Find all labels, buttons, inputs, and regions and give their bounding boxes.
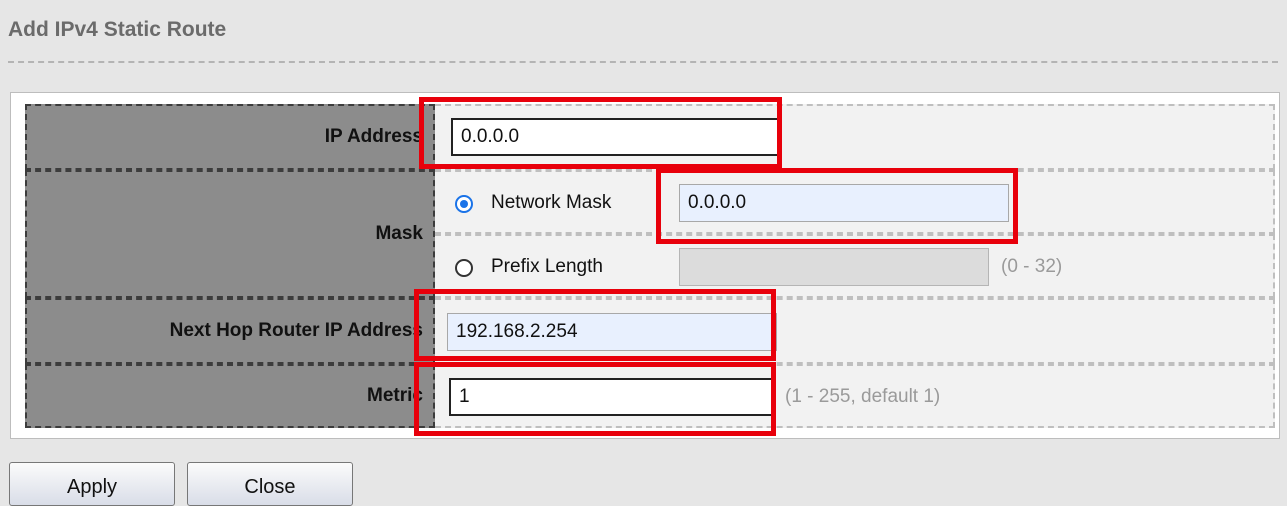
next-hop-label: Next Hop Router IP Address: [25, 298, 435, 364]
ip-address-input[interactable]: [451, 118, 781, 156]
next-hop-input[interactable]: [447, 313, 777, 351]
prefix-length-radio[interactable]: [455, 259, 473, 277]
mask-label: Mask: [25, 170, 435, 298]
next-hop-cell: [435, 298, 1275, 364]
ip-address-label: IP Address: [25, 104, 435, 170]
metric-cell: (1 - 255, default 1): [435, 364, 1275, 428]
page-title: Add IPv4 Static Route: [8, 18, 227, 41]
network-mask-label: Network Mask: [491, 192, 612, 213]
prefix-length-label: Prefix Length: [491, 256, 603, 277]
prefix-length-hint: (0 - 32): [1001, 256, 1063, 277]
close-button[interactable]: Close: [187, 462, 353, 506]
network-mask-input[interactable]: [679, 184, 1009, 222]
ip-address-cell: [435, 104, 1275, 170]
metric-hint: (1 - 255, default 1): [785, 386, 941, 407]
network-mask-cell: Network Mask: [435, 170, 1275, 234]
apply-button[interactable]: Apply: [9, 462, 175, 506]
route-form-panel: IP Address Mask Network Mask Prefix Leng…: [10, 92, 1280, 439]
title-divider: [8, 61, 1278, 63]
metric-input[interactable]: [449, 378, 775, 416]
network-mask-radio[interactable]: [455, 195, 473, 213]
metric-label: Metric: [25, 364, 435, 428]
prefix-length-input[interactable]: [679, 248, 989, 286]
prefix-length-cell: Prefix Length (0 - 32): [435, 234, 1275, 298]
